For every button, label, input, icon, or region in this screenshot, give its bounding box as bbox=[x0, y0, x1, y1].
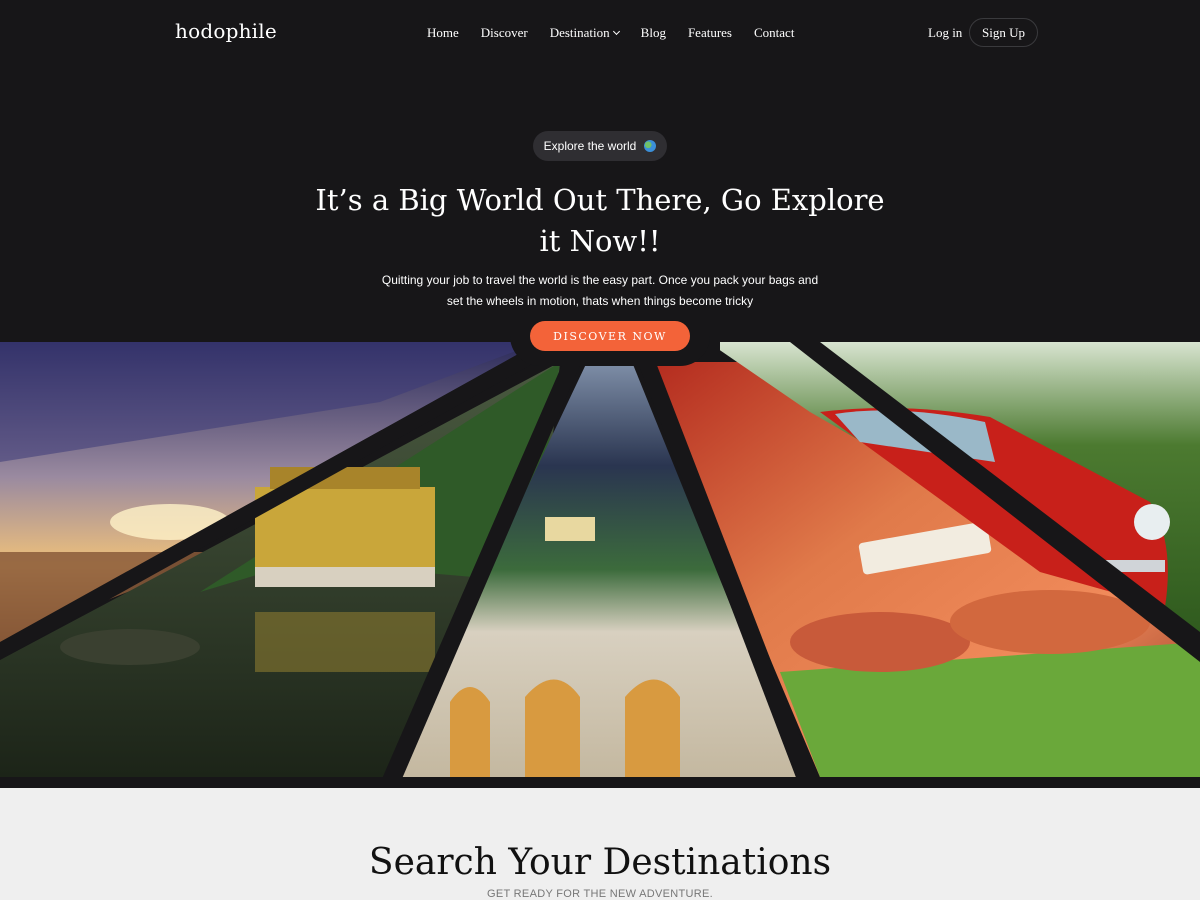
main-menu: Home Discover Destination Blog Features … bbox=[427, 25, 816, 41]
hero-subtext: Quitting your job to travel the world is… bbox=[370, 270, 830, 312]
hero-headline-line2: it Now!! bbox=[539, 224, 661, 258]
explore-badge: Explore the world bbox=[533, 131, 667, 161]
globe-icon bbox=[644, 140, 657, 152]
gallery-collage bbox=[0, 342, 1200, 788]
hero-headline-line1: It’s a Big World Out There, Go Explore bbox=[315, 183, 885, 217]
destination-gallery bbox=[0, 342, 1200, 788]
hero-subtext-line2: set the wheels in motion, thats when thi… bbox=[446, 294, 754, 308]
nav-discover[interactable]: Discover bbox=[481, 25, 528, 41]
top-nav: hodophile Home Discover Destination Blog… bbox=[0, 0, 1200, 64]
login-link[interactable]: Log in bbox=[928, 25, 962, 41]
hero-headline: It’s a Big World Out There, Go Explore i… bbox=[300, 180, 900, 262]
explore-badge-label: Explore the world bbox=[543, 139, 637, 153]
nav-contact[interactable]: Contact bbox=[754, 25, 794, 41]
nav-features[interactable]: Features bbox=[688, 25, 732, 41]
signup-button[interactable]: Sign Up bbox=[969, 18, 1038, 47]
search-section: Search Your Destinations GET READY FOR T… bbox=[0, 788, 1200, 900]
hero-subtext-line1: Quitting your job to travel the world is… bbox=[381, 273, 819, 287]
chevron-down-icon bbox=[612, 27, 620, 36]
nav-home[interactable]: Home bbox=[427, 25, 459, 41]
search-title: Search Your Destinations bbox=[368, 842, 832, 883]
nav-destination[interactable]: Destination bbox=[549, 25, 620, 41]
discover-now-button[interactable]: DISCOVER NOW bbox=[530, 321, 690, 351]
search-subtitle: GET READY FOR THE NEW ADVENTURE. bbox=[487, 888, 713, 900]
nav-blog[interactable]: Blog bbox=[641, 25, 666, 41]
logo[interactable]: hodophile bbox=[175, 19, 277, 43]
nav-destination-label: Destination bbox=[549, 25, 610, 40]
